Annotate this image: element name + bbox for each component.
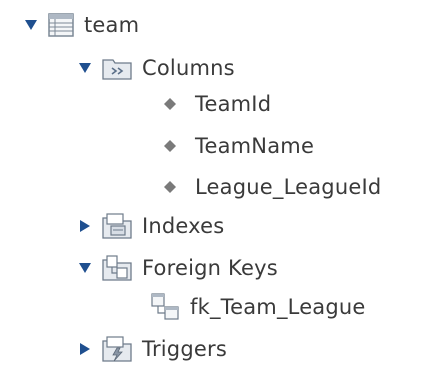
foreign-key-icon xyxy=(150,293,180,321)
column-item[interactable]: TeamId xyxy=(163,84,271,124)
tree-node-indexes[interactable]: Indexes xyxy=(76,206,224,246)
collapsed-arrow-icon[interactable] xyxy=(76,217,94,235)
columns-folder-icon xyxy=(102,56,132,80)
column-diamond-icon xyxy=(163,139,177,153)
columns-label: Columns xyxy=(142,56,235,80)
column-label: TeamName xyxy=(195,134,315,158)
column-diamond-icon xyxy=(163,180,177,194)
expanded-arrow-icon[interactable] xyxy=(76,259,94,277)
column-diamond-icon xyxy=(163,97,177,111)
indexes-folder-icon xyxy=(102,213,132,239)
table-icon xyxy=(48,13,74,37)
column-label: TeamId xyxy=(195,92,272,116)
triggers-label: Triggers xyxy=(142,337,227,361)
column-item[interactable]: TeamName xyxy=(163,126,314,166)
foreign-keys-label: Foreign Keys xyxy=(142,256,278,280)
schema-tree: team Columns TeamId TeamName League_Leag… xyxy=(0,0,434,366)
expanded-arrow-icon[interactable] xyxy=(76,59,94,77)
collapsed-arrow-icon[interactable] xyxy=(76,340,94,358)
triggers-folder-icon xyxy=(102,336,132,362)
column-label: League_LeagueId xyxy=(195,175,382,199)
tree-node-foreign-keys[interactable]: Foreign Keys xyxy=(76,248,278,288)
tree-node-columns[interactable]: Columns xyxy=(76,48,235,88)
column-item[interactable]: League_LeagueId xyxy=(163,167,381,207)
indexes-label: Indexes xyxy=(142,214,225,238)
foreign-key-label: fk_Team_League xyxy=(190,295,366,319)
tree-node-team[interactable]: team xyxy=(22,5,139,45)
foreign-keys-folder-icon xyxy=(102,255,132,281)
tree-node-triggers[interactable]: Triggers xyxy=(76,329,227,366)
expanded-arrow-icon[interactable] xyxy=(22,16,40,34)
table-label: team xyxy=(84,13,140,37)
foreign-key-item[interactable]: fk_Team_League xyxy=(150,287,366,327)
